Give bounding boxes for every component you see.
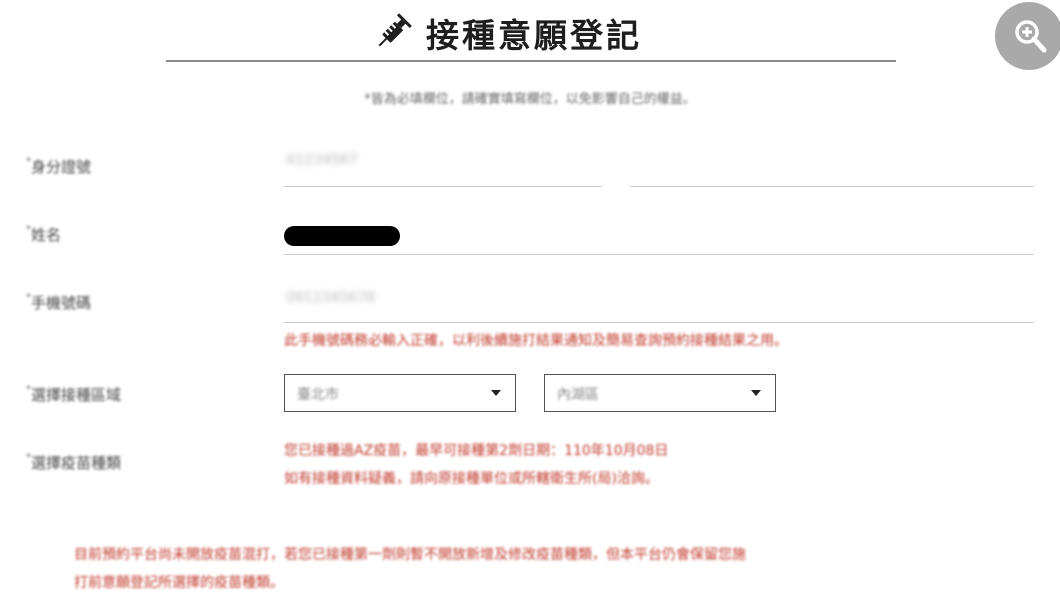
name-input-redacted[interactable]	[284, 226, 400, 246]
id-number-secondary-underline	[630, 186, 1034, 187]
chevron-down-icon	[491, 390, 501, 396]
footer-note-line2: 打前意願登記所選擇的疫苗種類。	[74, 575, 284, 591]
title-text: 接種意願登記	[426, 16, 642, 55]
zoom-in-button[interactable]	[995, 2, 1060, 70]
district-select-value: 內湖區	[557, 387, 599, 403]
district-select[interactable]: 內湖區	[544, 374, 776, 412]
id-number-input[interactable]: A1234567	[286, 152, 358, 168]
city-select[interactable]: 臺北市	[284, 374, 516, 412]
vaccine-label: *選擇疫苗種類	[26, 452, 122, 472]
title-divider	[166, 60, 896, 62]
id-number-label: *身分證號	[26, 156, 92, 176]
name-label: *姓名	[26, 224, 62, 244]
city-select-value: 臺北市	[297, 387, 339, 403]
syringe-icon	[372, 13, 412, 53]
vaccine-info-line1: 您已接種過AZ疫苗，最早可接種第2劑日期：110年10月08日	[284, 443, 669, 459]
region-label: *選擇接種區域	[26, 384, 122, 404]
footer-note-line1: 目前預約平台尚未開放疫苗混打，若您已接種第一劑則暫不開放新增及修改疫苗種類，但本…	[74, 547, 746, 563]
chevron-down-icon	[751, 390, 761, 396]
header: 接種意願登記	[0, 0, 1060, 70]
mobile-label: *手機號碼	[26, 292, 92, 312]
mobile-hint: 此手機號碼務必輸入正確，以利後續施打結果通知及簡易查詢預約接種結果之用。	[284, 333, 788, 349]
page-title: 接種意願登記	[372, 8, 642, 58]
mobile-input[interactable]: 0912345678	[286, 290, 375, 306]
zoom-in-icon	[1015, 20, 1047, 53]
id-number-underline	[284, 186, 602, 187]
vaccine-registration-page: 接種意願登記 *皆為必填欄位，請確實填寫欄位，以免影響自己的權益。 *身分證號 …	[0, 0, 1060, 596]
required-fields-note: *皆為必填欄位，請確實填寫欄位，以免影響自己的權益。	[364, 92, 696, 107]
mobile-underline	[284, 322, 1034, 323]
name-underline	[284, 254, 1034, 255]
vaccine-info-line2: 如有接種資料疑義，請向原接種單位或所轄衛生所(局)洽詢。	[284, 471, 659, 487]
